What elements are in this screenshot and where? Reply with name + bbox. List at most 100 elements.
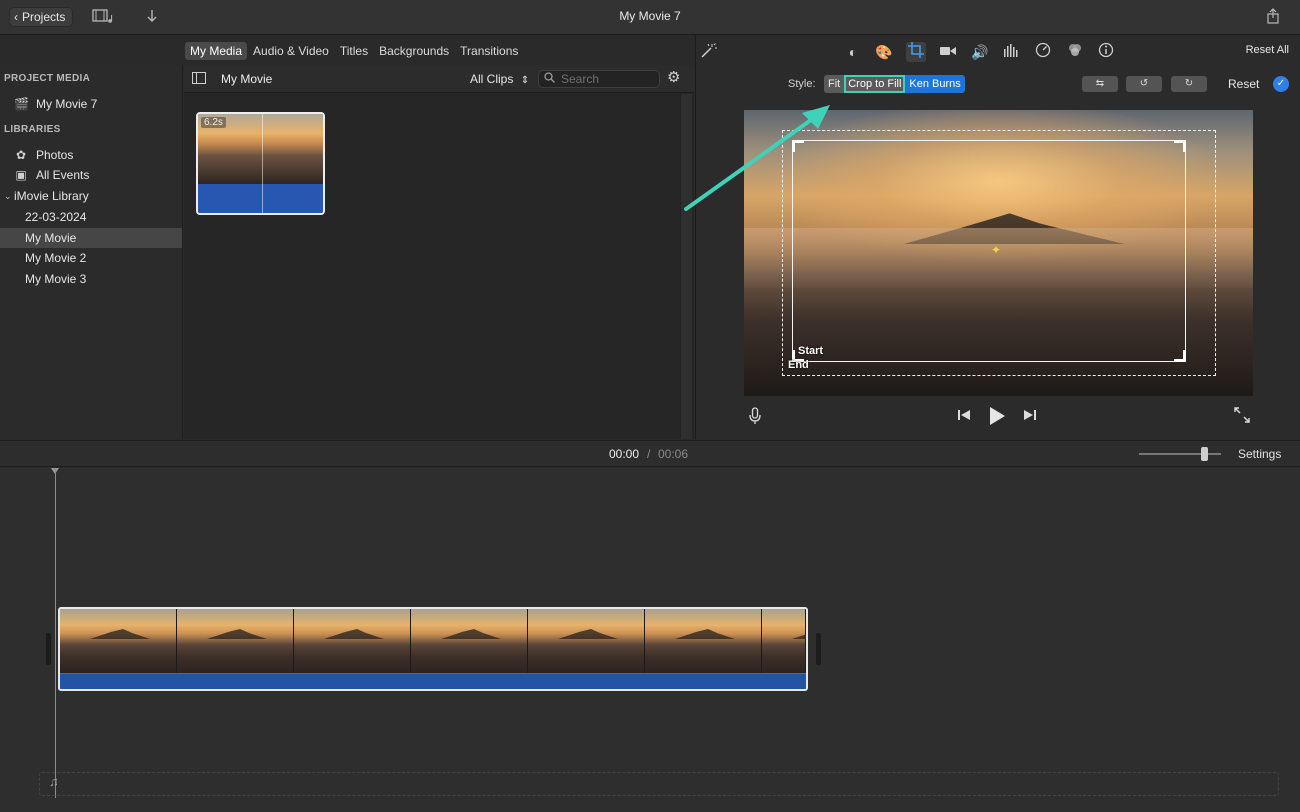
- skip-forward-icon[interactable]: [1020, 407, 1040, 427]
- timecode-separator: /: [647, 447, 651, 461]
- fullscreen-icon[interactable]: [1232, 407, 1252, 427]
- zoom-slider-track[interactable]: [1139, 453, 1221, 455]
- tab-backgrounds[interactable]: Backgrounds: [374, 42, 454, 60]
- clip-frame: [411, 609, 528, 673]
- project-media-header: PROJECT MEDIA: [4, 73, 91, 84]
- tab-my-media[interactable]: My Media: [185, 42, 248, 60]
- play-icon[interactable]: [987, 406, 1007, 426]
- clip-frame: [294, 609, 411, 673]
- reset-all-button[interactable]: Reset All: [1246, 44, 1289, 56]
- clip-filter-icon[interactable]: [1065, 42, 1085, 62]
- tab-audio-video[interactable]: Audio & Video: [248, 42, 334, 60]
- current-timecode: 00:00: [609, 447, 640, 461]
- playhead-line[interactable]: [55, 468, 56, 798]
- top-toolbar: ‹ Projects My Movie 7: [0, 0, 1300, 35]
- sidebar-item-label: iMovie Library: [14, 189, 89, 203]
- crop-corner-handle[interactable]: [1174, 140, 1186, 152]
- media-browser: My Movie All Clips ⇕ ⚙ 6.2s: [184, 65, 694, 439]
- sidebar-item-label: All Events: [36, 168, 90, 182]
- music-note-icon: ♫: [49, 774, 59, 789]
- rotate-left-icon[interactable]: ↺: [1126, 76, 1162, 92]
- clip-trim-handle-left[interactable]: [46, 633, 51, 665]
- sidebar-item-event[interactable]: My Movie 3: [0, 269, 182, 289]
- background-music-well[interactable]: [39, 772, 1279, 796]
- window-title: My Movie 7: [619, 9, 681, 23]
- sidebar-item-imovie-library[interactable]: ⌄ iMovie Library: [0, 186, 182, 206]
- search-input[interactable]: [561, 72, 657, 86]
- tab-titles[interactable]: Titles: [335, 42, 373, 60]
- video-camera-icon[interactable]: [938, 42, 958, 62]
- timeline-header: 00:00 / 00:06 Settings: [0, 440, 1300, 467]
- start-label: Start: [798, 345, 824, 357]
- media-tabs: My Media Audio & Video Titles Background…: [185, 42, 523, 60]
- updown-chevron-icon: ⇕: [520, 75, 530, 86]
- viewer-panel: ◐ 🎨 🔊 Reset All Style: Fit Crop to Fill …: [684, 35, 1300, 439]
- clip-frame: [60, 609, 177, 673]
- sidebar-item-project[interactable]: 🎬 My Movie 7: [0, 94, 182, 114]
- disclosure-chevron-icon[interactable]: ⌄: [4, 191, 14, 202]
- clip-trim-handle-right[interactable]: [816, 633, 821, 665]
- crop-icon[interactable]: [906, 42, 926, 62]
- style-label: Style:: [788, 78, 816, 90]
- speedometer-icon[interactable]: [1033, 42, 1053, 62]
- sidebar-item-label: My Movie 7: [36, 97, 98, 111]
- clip-duration-badge: 6.2s: [201, 117, 226, 128]
- style-fit-button[interactable]: Fit: [824, 75, 845, 93]
- volume-icon[interactable]: 🔊: [970, 42, 990, 62]
- clapper-icon: 🎬: [14, 97, 29, 111]
- clip-frame: [762, 609, 806, 673]
- style-crop-to-fill-button[interactable]: Crop to Fill: [844, 75, 906, 93]
- crop-corner-handle[interactable]: [1174, 350, 1186, 362]
- total-timecode: 00:06: [658, 447, 689, 461]
- clip-thumbnail[interactable]: 6.2s: [196, 112, 325, 215]
- swap-start-end-icon[interactable]: ⇆: [1082, 76, 1118, 92]
- color-balance-icon[interactable]: ◐: [843, 42, 863, 62]
- search-field[interactable]: [538, 70, 660, 88]
- search-icon: [544, 72, 555, 86]
- gear-icon[interactable]: ⚙: [667, 70, 680, 86]
- browser-title: My Movie: [221, 72, 273, 86]
- rotate-right-icon[interactable]: ↻: [1171, 76, 1207, 92]
- star-box-icon: ▣: [15, 168, 27, 182]
- ken-burns-center-icon[interactable]: ✦: [989, 243, 1003, 257]
- libraries-header: LIBRARIES: [4, 124, 61, 135]
- sidebar-item-event[interactable]: My Movie 2: [0, 248, 182, 268]
- sidebar-item-event-selected[interactable]: My Movie: [0, 228, 182, 248]
- clip-filmstrip: [60, 609, 806, 673]
- reset-button[interactable]: Reset: [1228, 77, 1259, 91]
- skip-back-icon[interactable]: [954, 407, 974, 427]
- annotation-arrow: [684, 105, 830, 211]
- libraries-sidebar: PROJECT MEDIA 🎬 My Movie 7 LIBRARIES ✿ P…: [0, 65, 183, 439]
- style-ken-burns-button[interactable]: Ken Burns: [905, 75, 965, 93]
- end-label: End: [788, 359, 809, 371]
- color-palette-icon[interactable]: 🎨: [874, 42, 894, 62]
- equalizer-icon[interactable]: [1001, 42, 1021, 62]
- sidebar-item-photos[interactable]: ✿ Photos: [0, 145, 182, 165]
- sidebar-item-label: 22-03-2024: [25, 210, 87, 224]
- apply-checkmark-icon[interactable]: ✓: [1273, 76, 1289, 92]
- crop-style-segmented-control: Fit Crop to Fill Ken Burns: [824, 75, 965, 93]
- clips-filter-value: All Clips: [470, 72, 514, 86]
- sidebar-item-label: My Movie 2: [25, 251, 87, 265]
- sidebar-item-all-events[interactable]: ▣ All Events: [0, 165, 182, 185]
- tab-transitions[interactable]: Transitions: [455, 42, 523, 60]
- timeline[interactable]: ♫: [0, 468, 1300, 812]
- clip-frame: [177, 609, 294, 673]
- sidebar-item-label: Photos: [36, 148, 74, 162]
- clip-audio-strip: [198, 184, 323, 213]
- toggle-sidebar-icon[interactable]: [192, 72, 206, 87]
- timeline-settings-button[interactable]: Settings: [1238, 447, 1281, 461]
- timeline-clip[interactable]: [58, 607, 808, 691]
- info-icon[interactable]: [1096, 42, 1116, 62]
- share-icon[interactable]: [1262, 8, 1284, 26]
- sidebar-item-label: My Movie 3: [25, 272, 87, 286]
- browser-toolbar: My Movie All Clips ⇕ ⚙: [184, 65, 694, 93]
- clip-frame: [528, 609, 645, 673]
- photos-flower-icon: ✿: [15, 148, 27, 162]
- sidebar-item-label: My Movie: [25, 231, 77, 245]
- clips-filter-select[interactable]: All Clips ⇕: [470, 72, 529, 86]
- sidebar-item-event[interactable]: 22-03-2024: [0, 207, 182, 227]
- zoom-slider-knob[interactable]: [1201, 447, 1208, 461]
- microphone-icon[interactable]: [745, 407, 765, 427]
- magic-wand-icon[interactable]: [698, 42, 718, 62]
